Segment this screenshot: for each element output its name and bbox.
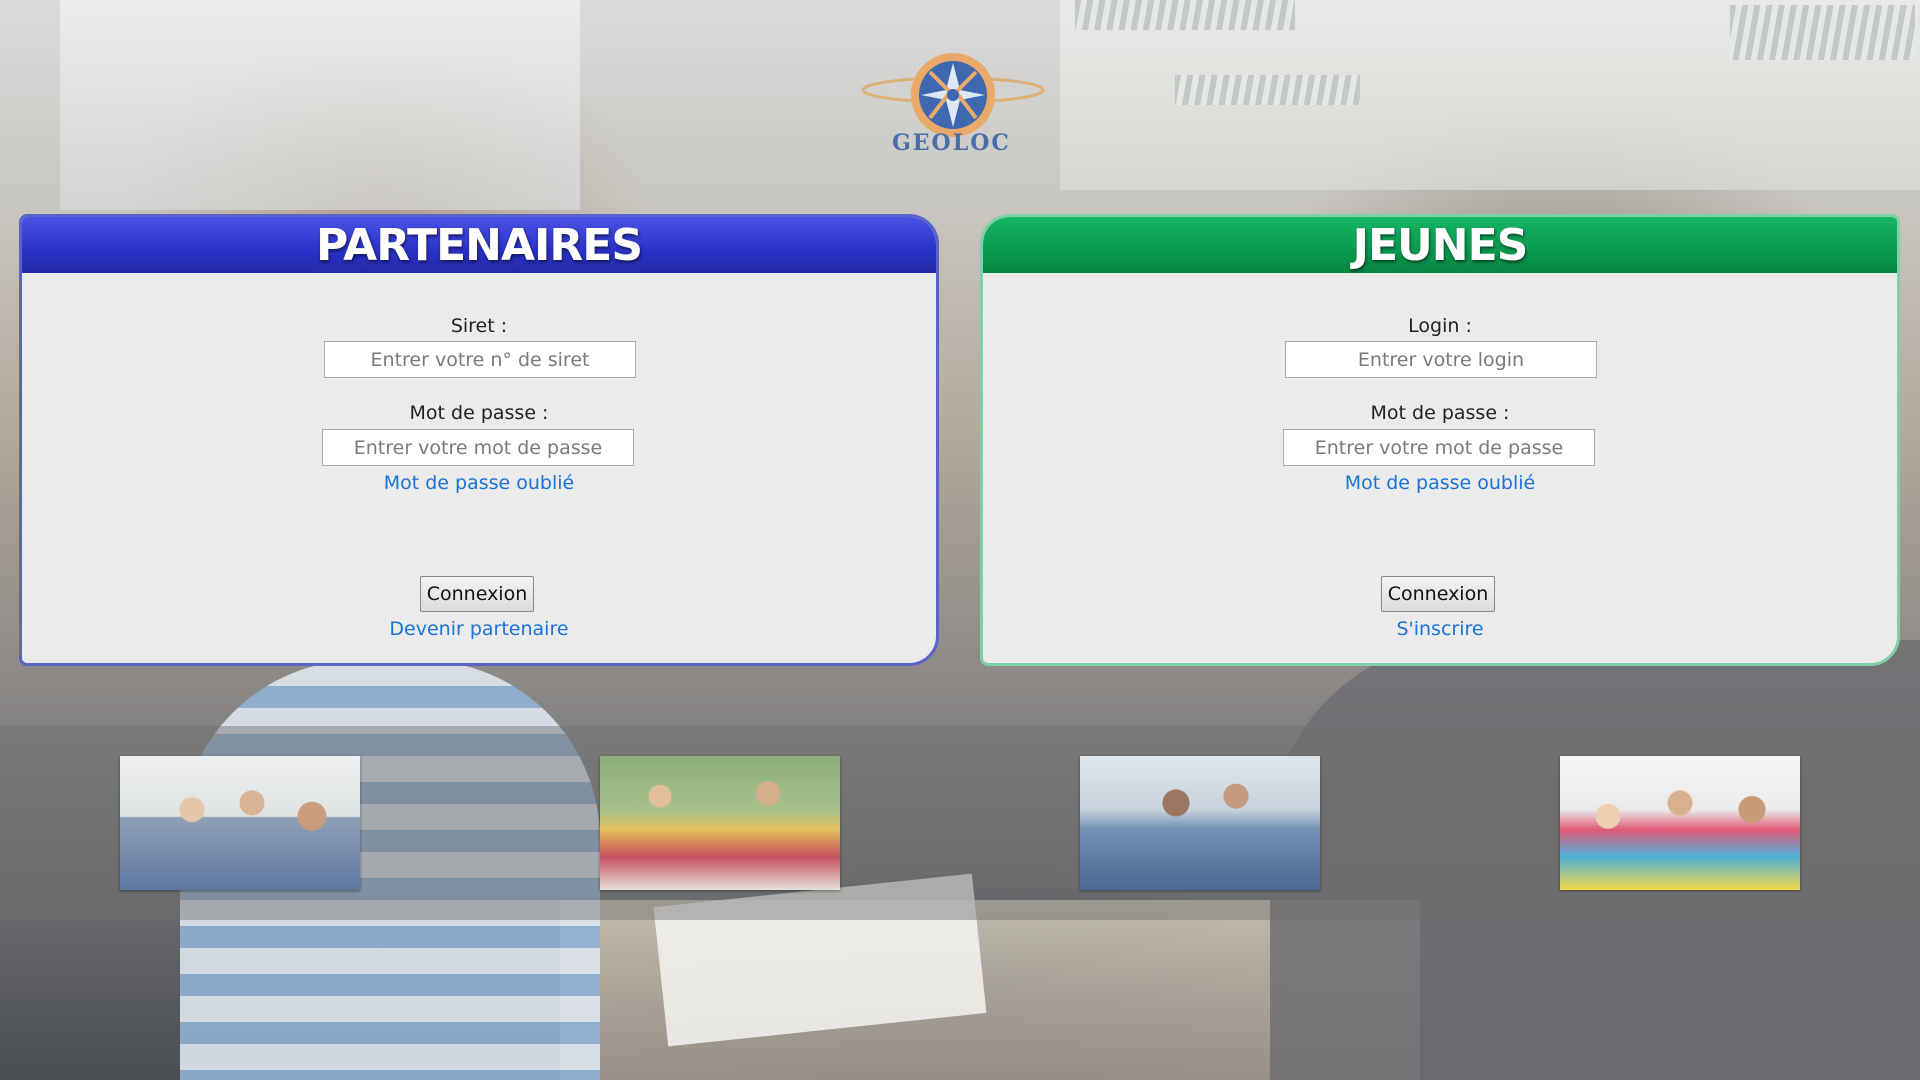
youth-connexion-button[interactable]: Connexion (1381, 576, 1495, 612)
background-vent (1075, 0, 1295, 30)
photo-gallery-strip (0, 726, 1920, 920)
background-vent (1175, 75, 1360, 105)
background-photo-window (60, 0, 580, 210)
siret-label: Siret : (450, 315, 508, 337)
youth-login-panel: JEUNES Login : Mot de passe : Mot de pas… (980, 214, 1900, 666)
partners-forgot-password-link[interactable]: Mot de passe oublié (22, 472, 936, 494)
background-photo-table (560, 900, 1420, 1080)
youth-password-label: Mot de passe : (1370, 402, 1510, 424)
login-input[interactable] (1285, 341, 1597, 378)
group-photo-graduates-icon[interactable] (600, 756, 840, 890)
partners-login-panel: PARTENAIRES Siret : Mot de passe : Mot d… (19, 214, 939, 666)
background-vent (1730, 5, 1915, 60)
partners-password-label: Mot de passe : (409, 402, 549, 424)
group-photo-computer-lab-icon[interactable] (1080, 756, 1320, 890)
youth-password-input[interactable] (1283, 429, 1595, 466)
youth-register-link[interactable]: S'inscrire (983, 618, 1897, 640)
logo-wordmark: GEOLOC (892, 130, 1011, 156)
siret-input[interactable] (324, 341, 636, 378)
partners-connexion-button[interactable]: Connexion (420, 576, 534, 612)
group-photo-thumbs-up-icon[interactable] (1560, 756, 1800, 890)
login-label: Login : (1408, 315, 1472, 337)
become-partner-link[interactable]: Devenir partenaire (22, 618, 936, 640)
partners-password-input[interactable] (322, 429, 634, 466)
youth-forgot-password-link[interactable]: Mot de passe oublié (983, 472, 1897, 494)
partners-panel-title: PARTENAIRES (22, 217, 936, 273)
group-photo-classroom-icon[interactable] (120, 756, 360, 890)
youth-panel-title: JEUNES (983, 217, 1897, 273)
background-photo-ceiling (1060, 0, 1920, 190)
